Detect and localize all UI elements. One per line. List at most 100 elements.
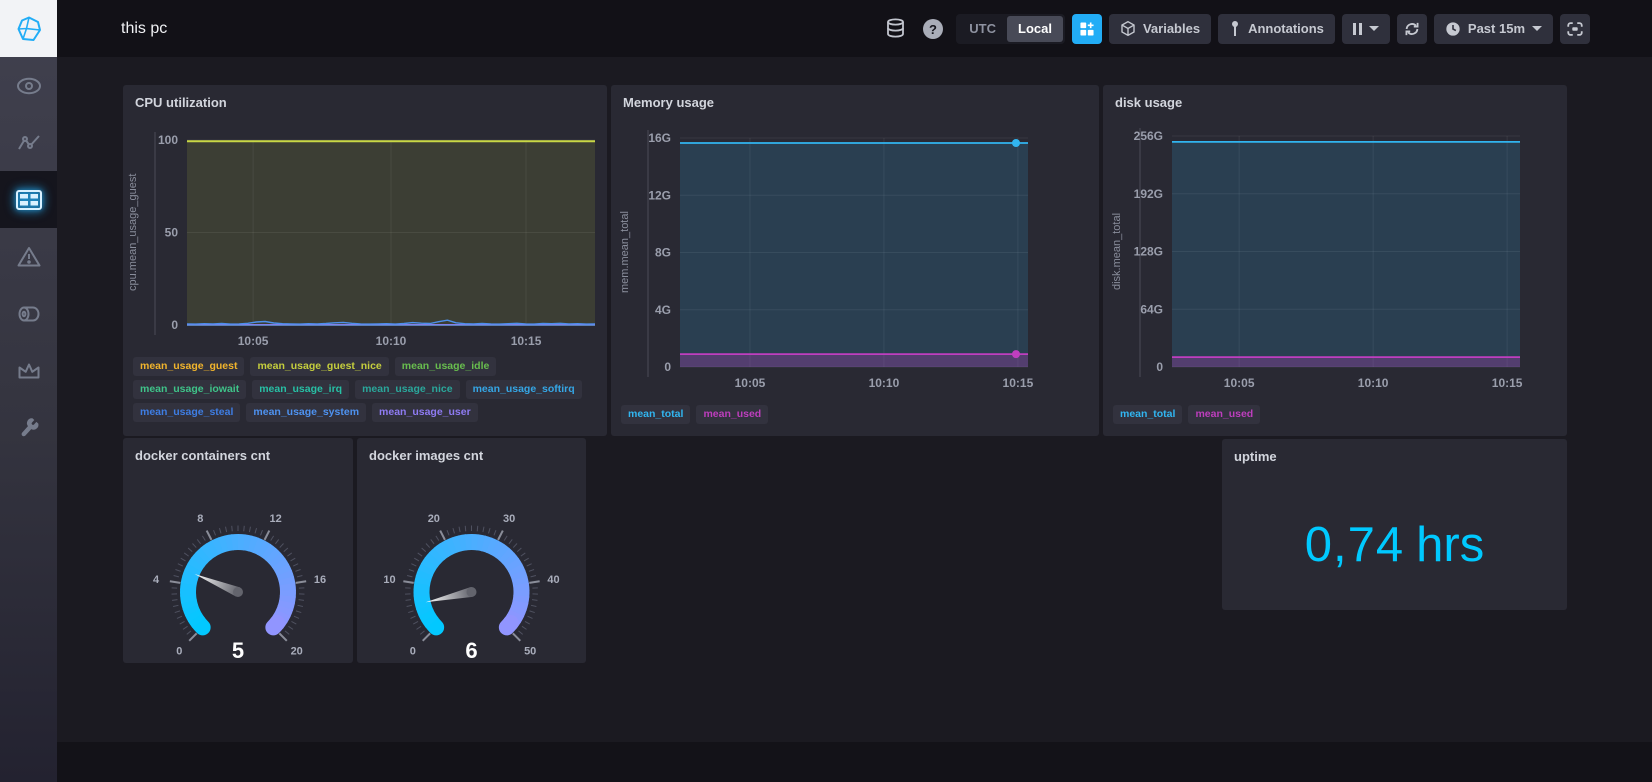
cpu-legend: mean_usage_guest mean_usage_guest_nice mea… <box>133 357 601 423</box>
svg-text:8G: 8G <box>655 246 671 260</box>
refresh-icon <box>1405 22 1419 35</box>
sidebar-item-alerting[interactable] <box>0 228 57 285</box>
legend-chip[interactable]: mean_total <box>1113 405 1183 425</box>
refresh-button[interactable] <box>1396 13 1427 44</box>
legend-chip[interactable]: mean_usage_nice <box>355 380 460 400</box>
presentation-mode-button[interactable] <box>1560 13 1590 44</box>
legend-chip[interactable]: mean_usage_irq <box>252 380 350 400</box>
legend-chip[interactable]: mean_usage_guest_nice <box>250 357 389 377</box>
legend-chip[interactable]: mean_total <box>621 405 691 425</box>
panel-docker-containers-gauge: docker containers cnt 0 4 8 12 16 20 5 <box>123 438 353 663</box>
admin-crown-icon <box>18 363 39 379</box>
legend-chip[interactable]: mean_usage_user <box>372 403 478 423</box>
sidebar-item-log-viewer[interactable] <box>0 285 57 342</box>
variables-button[interactable]: Variables <box>1108 13 1212 44</box>
svg-text:20: 20 <box>291 646 303 658</box>
docker-containers-gauge[interactable]: 0 4 8 12 16 20 5 <box>123 474 353 663</box>
svg-text:12G: 12G <box>648 188 671 202</box>
svg-text:4G: 4G <box>655 303 671 317</box>
legend-chip[interactable]: mean_usage_iowait <box>133 380 247 400</box>
memory-chart-plot[interactable]: 0 4G 8G 12G 16G 10:05 10:10 10:15 <box>611 85 1099 436</box>
svg-text:?: ? <box>929 22 937 37</box>
dashboard-title[interactable]: this pc <box>121 20 167 38</box>
database-glyph <box>887 18 905 37</box>
svg-text:128G: 128G <box>1134 245 1163 259</box>
legend-chip[interactable]: mean_usage_softirq <box>465 380 582 400</box>
data-explorer-icon <box>17 134 40 150</box>
dashboard-scroll-end <box>57 742 1652 782</box>
legend-chip[interactable]: mean_usage_system <box>246 403 367 423</box>
disk-chart-plot[interactable]: 0 64G 128G 192G 256G 10:05 10:10 10:15 <box>1103 85 1567 436</box>
svg-text:256G: 256G <box>1134 129 1163 143</box>
svg-text:0: 0 <box>410 646 416 658</box>
panel-title[interactable]: docker containers cnt <box>135 448 270 463</box>
svg-text:0: 0 <box>176 646 182 658</box>
timezone-option-local[interactable]: Local <box>1007 15 1063 42</box>
sidebar-item-configuration[interactable] <box>0 399 57 456</box>
panel-cpu-utilization: CPU utilization cpu.mean_usage_guest 0 50… <box>123 85 607 436</box>
annotation-pin-icon <box>1232 20 1239 36</box>
disk-legend: mean_total mean_used <box>1113 405 1561 425</box>
sidebar-item-home[interactable] <box>0 0 57 57</box>
time-range-dropdown[interactable]: Past 15m <box>1433 13 1553 44</box>
panel-docker-images-gauge: docker images cnt 0 10 20 30 40 50 6 <box>357 438 586 663</box>
svg-text:30: 30 <box>503 513 515 525</box>
panel-disk-usage: disk usage disk.mean_total 0 64G 128G 192G 2… <box>1103 85 1567 436</box>
cube-icon <box>1121 20 1135 37</box>
svg-text:20: 20 <box>428 513 440 525</box>
svg-text:10:15: 10:15 <box>1492 376 1523 390</box>
svg-text:0: 0 <box>1156 360 1163 374</box>
panel-title[interactable]: docker images cnt <box>369 448 483 463</box>
svg-text:10: 10 <box>383 574 395 586</box>
add-cell-button[interactable] <box>1071 13 1102 44</box>
sidebar-item-admin[interactable] <box>0 342 57 399</box>
svg-text:6: 6 <box>465 638 477 663</box>
legend-chip[interactable]: mean_used <box>1188 405 1261 425</box>
memory-legend: mean_total mean_used <box>621 405 1093 425</box>
legend-chip[interactable]: mean_usage_idle <box>394 357 497 377</box>
alert-triangle-icon <box>17 247 40 267</box>
config-wrench-icon <box>21 417 38 436</box>
svg-text:50: 50 <box>524 646 536 658</box>
svg-text:192G: 192G <box>1134 187 1163 201</box>
sidebar-nav <box>0 0 57 782</box>
svg-text:10:05: 10:05 <box>1224 376 1255 390</box>
svg-text:10:15: 10:15 <box>511 334 542 348</box>
svg-text:10:10: 10:10 <box>1358 376 1389 390</box>
sidebar-item-data-explorer[interactable] <box>0 114 57 171</box>
sidebar-item-dashboards[interactable] <box>0 171 57 228</box>
pause-refresh-dropdown-button[interactable] <box>1341 13 1390 44</box>
svg-text:10:05: 10:05 <box>238 334 269 348</box>
svg-text:8: 8 <box>197 513 203 525</box>
chronograf-logo <box>17 16 41 41</box>
legend-chip[interactable]: mean_usage_steal <box>133 403 241 423</box>
sources-database-icon[interactable] <box>881 18 910 40</box>
uptime-single-stat: 0,74 hrs <box>1222 439 1567 610</box>
log-viewer-icon <box>18 306 40 321</box>
svg-text:10:15: 10:15 <box>1003 376 1034 390</box>
panel-memory-usage: Memory usage mem.mean_total 0 4G 8G 12G 16G 1… <box>611 85 1099 436</box>
svg-text:0: 0 <box>664 360 671 374</box>
chevron-down-icon <box>1532 26 1542 31</box>
docker-images-gauge[interactable]: 0 10 20 30 40 50 6 <box>357 474 586 663</box>
timezone-option-utc[interactable]: UTC <box>958 16 1007 42</box>
panel-uptime: uptime 0,74 hrs <box>1222 439 1567 610</box>
help-glyph: ? <box>923 18 944 39</box>
presentation-mode-icon <box>1567 21 1583 36</box>
variables-label: Variables <box>1142 21 1201 36</box>
annotations-button[interactable]: Annotations <box>1218 13 1335 44</box>
svg-text:64G: 64G <box>1140 302 1163 316</box>
legend-chip[interactable]: mean_usage_guest <box>133 357 245 377</box>
annotations-label: Annotations <box>1248 21 1324 36</box>
svg-text:10:10: 10:10 <box>376 334 407 348</box>
pause-icon <box>1352 22 1362 35</box>
legend-chip[interactable]: mean_used <box>696 405 769 425</box>
svg-text:16: 16 <box>314 574 326 586</box>
svg-text:10:05: 10:05 <box>735 376 766 390</box>
time-range-label: Past 15m <box>1467 21 1525 36</box>
clock-icon <box>1446 21 1460 36</box>
sidebar-item-status[interactable] <box>0 57 57 114</box>
add-cell-icon <box>1080 21 1094 36</box>
help-icon[interactable]: ? <box>917 18 949 40</box>
chevron-down-icon <box>1368 26 1379 31</box>
